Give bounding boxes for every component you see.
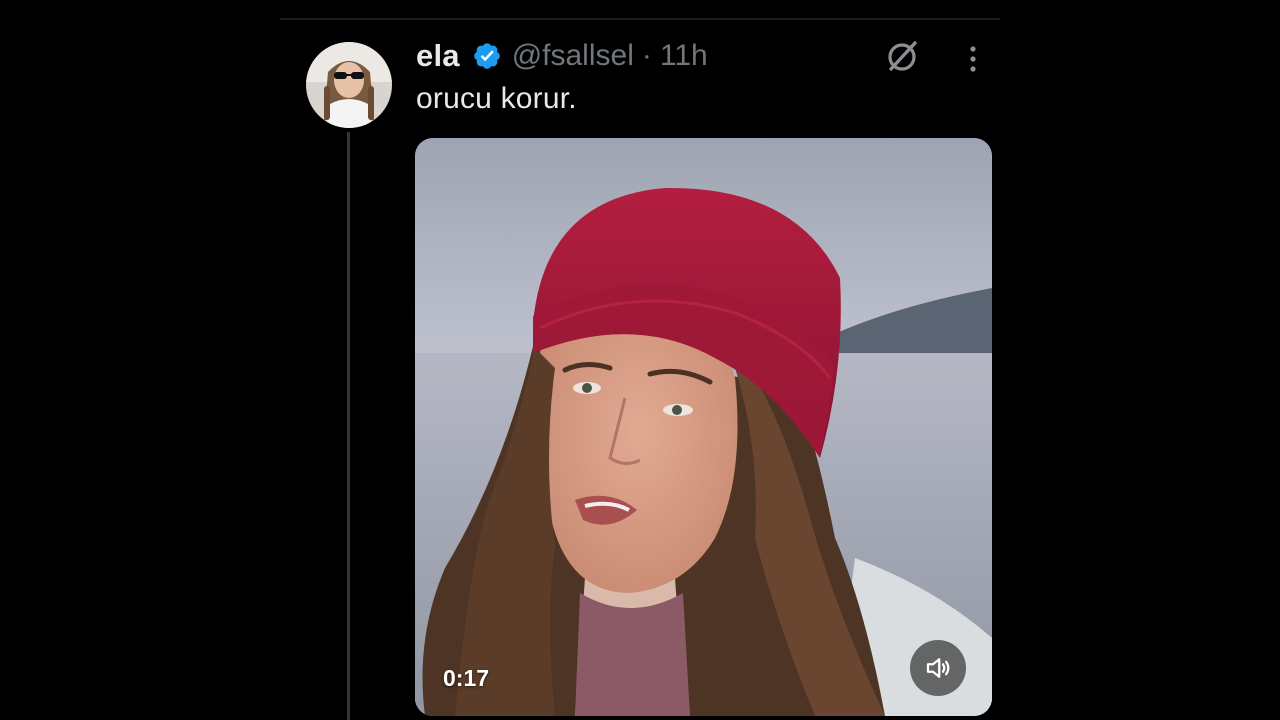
tweet-screen: ela @fsallsel · 11h orucu korur. 0:17 [0,0,1280,720]
more-vertical-icon[interactable] [958,42,988,76]
verified-badge-icon [472,41,502,71]
timestamp[interactable]: 11h [660,39,708,73]
video-duration: 0:17 [443,665,490,691]
mute-button[interactable] [910,640,966,696]
grok-icon[interactable] [882,36,922,76]
avatar-image [306,42,392,128]
speaker-muted-icon [926,658,950,678]
tweet-text: orucu korur. [416,82,577,115]
thread-connector-line [347,132,350,720]
separator-dot: · [641,39,652,72]
tweet-header: ela @fsallsel · 11h [416,36,708,76]
display-name[interactable]: ela [416,38,460,74]
avatar[interactable] [306,42,392,128]
user-handle[interactable]: @fsallsel [512,39,634,73]
video-frame [415,138,992,716]
video-player[interactable]: 0:17 [415,138,992,716]
divider [280,18,1000,20]
